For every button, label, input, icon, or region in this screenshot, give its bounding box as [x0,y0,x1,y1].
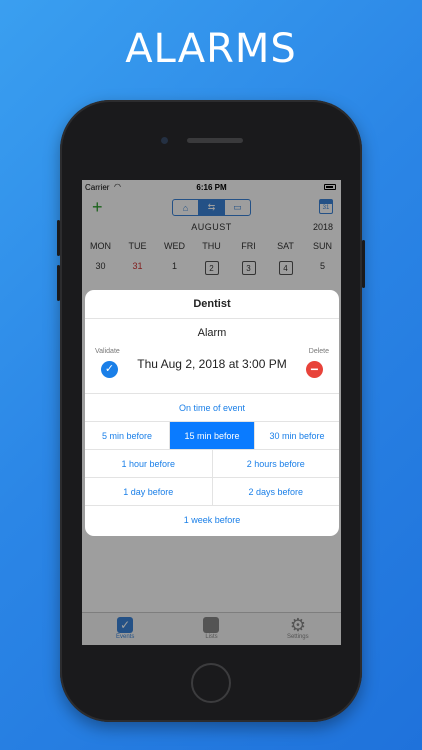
options-row: 5 min before 15 min before 30 min before [85,421,339,449]
app-screen: Carrier ◠ 6:16 PM + ⌂ ⇆ ▭ 31 AUGUST 2018… [82,180,341,645]
option-2-hours[interactable]: 2 hours before [213,450,340,477]
front-camera [161,137,168,144]
option-15-min[interactable]: 15 min before [170,422,255,449]
options-row: 1 hour before 2 hours before [85,449,339,477]
alarm-dialog: Dentist Alarm Validate Delete ✓ Thu Aug … [85,290,339,536]
options-row: 1 week before [85,505,339,533]
option-2-days[interactable]: 2 days before [213,478,340,505]
phone-frame: Carrier ◠ 6:16 PM + ⌂ ⇆ ▭ 31 AUGUST 2018… [57,100,365,722]
alarm-datetime[interactable]: Thu Aug 2, 2018 at 3:00 PM [85,357,339,371]
volume-button [57,220,60,256]
dialog-subtitle: Alarm [197,327,227,339]
option-1-week[interactable]: 1 week before [85,506,339,533]
minus-icon: − [310,361,319,377]
delete-label: Delete [308,348,329,355]
option-30-min[interactable]: 30 min before [255,422,339,449]
option-1-hour[interactable]: 1 hour before [85,450,213,477]
volume-button [57,265,60,301]
option-5-min[interactable]: 5 min before [85,422,170,449]
home-button[interactable] [191,663,231,703]
delete-button[interactable]: − [306,361,323,378]
dialog-title: Dentist [85,290,339,319]
options-row: On time of event [85,393,339,421]
option-on-time[interactable]: On time of event [85,394,339,421]
earpiece-speaker [187,138,243,143]
options-row: 1 day before 2 days before [85,477,339,505]
alarm-options-grid: On time of event 5 min before 15 min bef… [85,393,339,533]
headline: ALARMS [125,26,297,72]
option-1-day[interactable]: 1 day before [85,478,213,505]
power-button [362,240,365,288]
validate-label: Validate [95,348,120,355]
